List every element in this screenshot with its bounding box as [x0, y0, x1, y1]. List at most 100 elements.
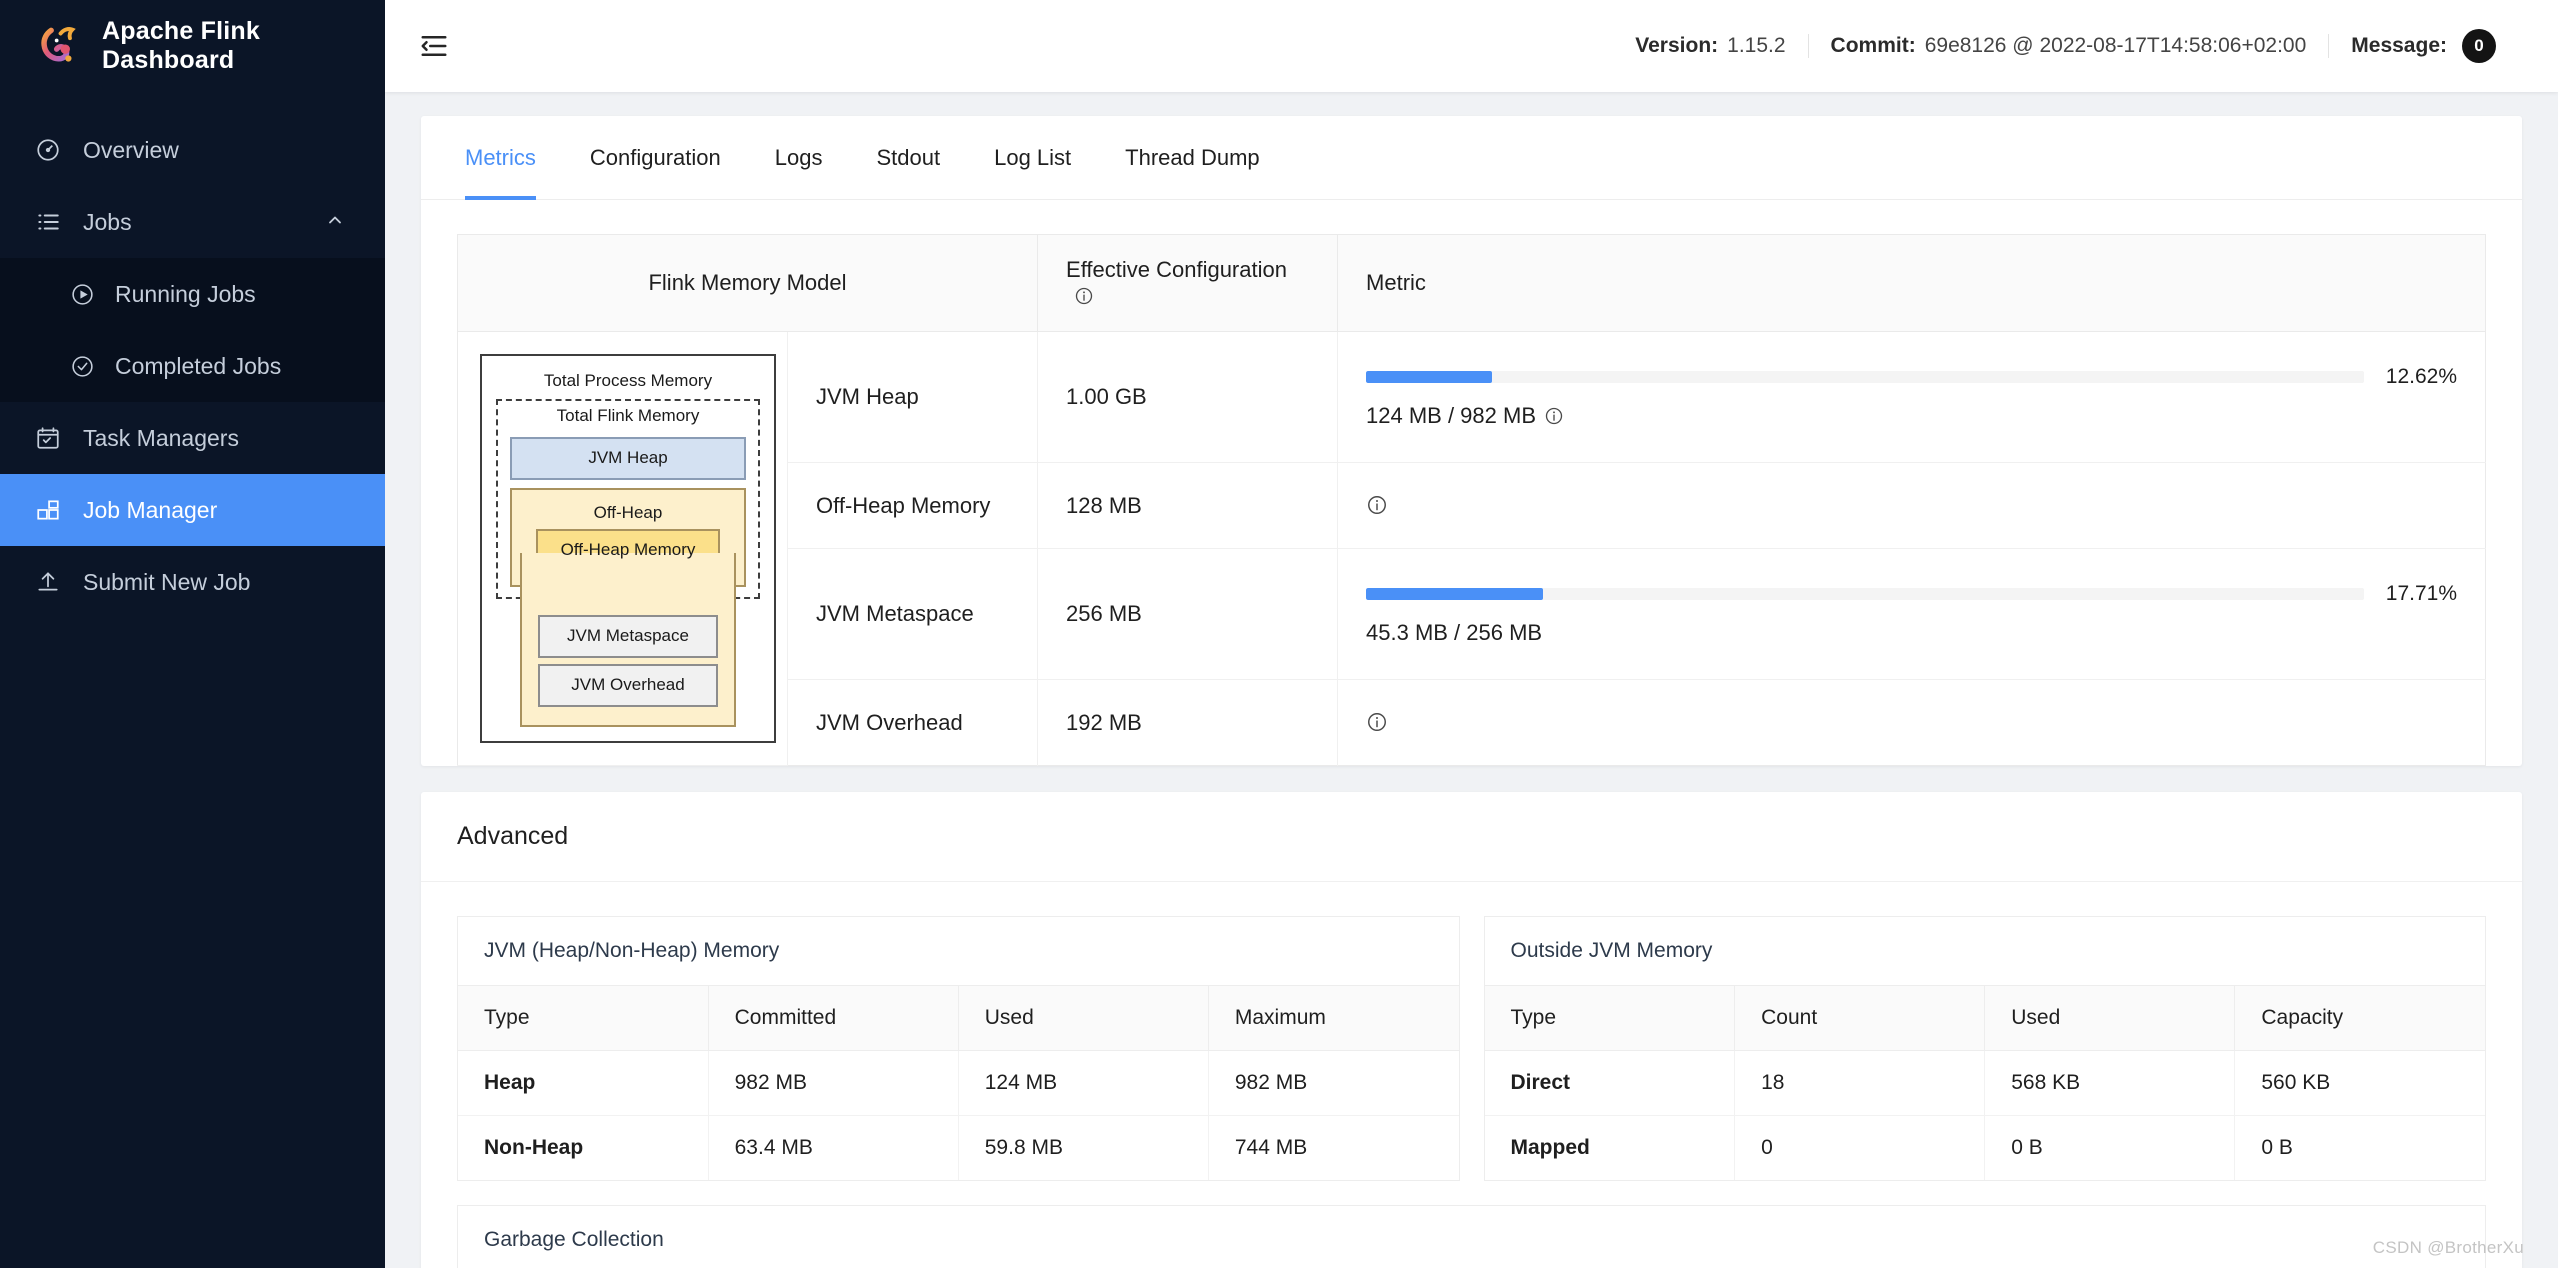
cell-count: 0	[1735, 1115, 1985, 1180]
cell-used: 59.8 MB	[958, 1115, 1208, 1180]
check-circle-icon	[70, 354, 95, 379]
cell-capacity: 0 B	[2235, 1115, 2485, 1180]
diagram-off-heap-label: Off-Heap	[536, 500, 720, 529]
content-area: Metrics Configuration Logs Stdout Log Li…	[385, 92, 2558, 1268]
dashboard-icon	[34, 137, 61, 164]
sidebar-item-task-managers[interactable]: Task Managers	[0, 402, 385, 474]
message-label: Message:	[2351, 34, 2447, 58]
cell-used: 568 KB	[1985, 1050, 2235, 1115]
task-icon	[34, 425, 61, 452]
diagram-off-heap-lower-group: JVM Metaspace JVM Overhead	[520, 553, 736, 726]
tab-label: Stdout	[876, 145, 940, 171]
message-count-badge: 0	[2462, 29, 2496, 63]
tab-label: Log List	[994, 145, 1071, 171]
sidebar-item-running-jobs[interactable]: Running Jobs	[0, 258, 385, 330]
commit-label: Commit:	[1831, 34, 1916, 58]
sidebar-item-label: Job Manager	[83, 497, 217, 524]
chevron-up-icon[interactable]	[325, 209, 345, 236]
sidebar: Apache Flink Dashboard Overview	[0, 0, 385, 1268]
tab-logs[interactable]: Logs	[748, 116, 850, 200]
row-metric-jvm-overhead	[1338, 680, 2486, 766]
sidebar-item-label: Completed Jobs	[115, 353, 281, 380]
cell-capacity: 560 KB	[2235, 1050, 2485, 1115]
table-header-row: Type Count Used Capacity	[1485, 986, 2486, 1051]
message-group[interactable]: Message: 0	[2329, 29, 2518, 63]
garbage-collection-card: Garbage Collection Collector Count Time	[457, 1205, 2486, 1268]
cell-maximum: 744 MB	[1208, 1115, 1458, 1180]
flink-memory-diagram: Total Process Memory Total Flink Memory …	[480, 354, 776, 743]
table-row: Direct 18 568 KB 560 KB	[1485, 1050, 2486, 1115]
row-name-jvm-overhead: JVM Overhead	[788, 680, 1038, 766]
metrics-panel: Metrics Configuration Logs Stdout Log Li…	[421, 116, 2522, 766]
jvm-memory-card: JVM (Heap/Non-Heap) Memory Type Committe…	[457, 916, 1460, 1181]
header-flink-memory-model: Flink Memory Model	[458, 235, 1038, 332]
flink-squirrel-logo-icon	[34, 21, 84, 71]
advanced-tables-row: JVM (Heap/Non-Heap) Memory Type Committe…	[457, 916, 2486, 1181]
garbage-collection-title: Garbage Collection	[458, 1206, 2485, 1268]
tab-stdout[interactable]: Stdout	[849, 116, 967, 200]
diagram-box-jvm-overhead: JVM Overhead	[538, 664, 718, 707]
row-config-jvm-heap: 1.00 GB	[1038, 332, 1338, 463]
info-icon[interactable]	[1366, 494, 1388, 516]
commit-value: 69e8126 @ 2022-08-17T14:58:06+02:00	[1925, 34, 2307, 58]
info-icon[interactable]	[1544, 406, 1564, 426]
progress-fill	[1366, 371, 1492, 383]
sidebar-item-job-manager[interactable]: Job Manager	[0, 474, 385, 546]
outside-jvm-card: Outside JVM Memory Type Count Used Capac…	[1484, 916, 2487, 1181]
sidebar-item-label: Running Jobs	[115, 281, 256, 308]
cell-committed: 982 MB	[708, 1050, 958, 1115]
row-name-off-heap-memory: Off-Heap Memory	[788, 463, 1038, 549]
advanced-title: Advanced	[421, 792, 2522, 882]
diagram-total-flink-memory-label: Total Flink Memory	[510, 407, 746, 432]
version-label: Version:	[1635, 34, 1718, 58]
table-row: Heap 982 MB 124 MB 982 MB	[458, 1050, 1459, 1115]
outside-jvm-title: Outside JVM Memory	[1485, 917, 2486, 986]
upload-icon	[34, 569, 61, 596]
cluster-icon	[34, 497, 61, 524]
sidebar-item-label: Jobs	[83, 209, 132, 236]
tab-metrics[interactable]: Metrics	[451, 116, 563, 200]
advanced-body: JVM (Heap/Non-Heap) Memory Type Committe…	[421, 882, 2522, 1268]
row-config-off-heap-memory: 128 MB	[1038, 463, 1338, 549]
sidebar-item-jobs[interactable]: Jobs	[0, 186, 385, 258]
cell-type: Direct	[1485, 1050, 1735, 1115]
cell-type: Non-Heap	[458, 1115, 708, 1180]
sidebar-item-label: Submit New Job	[83, 569, 250, 596]
table-row: Total Process Memory Total Flink Memory …	[458, 332, 2486, 463]
jvm-memory-title: JVM (Heap/Non-Heap) Memory	[458, 917, 1459, 986]
cell-committed: 63.4 MB	[708, 1115, 958, 1180]
info-icon[interactable]	[1074, 286, 1094, 306]
metrics-tab-body: Flink Memory Model Effective Configurati…	[421, 200, 2522, 766]
tab-log-list[interactable]: Log List	[967, 116, 1098, 200]
tab-configuration[interactable]: Configuration	[563, 116, 748, 200]
cell-maximum: 982 MB	[1208, 1050, 1458, 1115]
table-row: Non-Heap 63.4 MB 59.8 MB 744 MB	[458, 1115, 1459, 1180]
info-icon[interactable]	[1366, 711, 1388, 733]
play-circle-icon	[70, 282, 95, 307]
metric-detail-text: 45.3 MB / 256 MB	[1366, 620, 1542, 646]
tab-label: Thread Dump	[1125, 145, 1260, 171]
column-header-type: Type	[458, 986, 708, 1051]
cell-count: 18	[1735, 1050, 1985, 1115]
table-header-row: Flink Memory Model Effective Configurati…	[458, 235, 2486, 332]
sidebar-item-overview[interactable]: Overview	[0, 114, 385, 186]
menu-fold-icon[interactable]	[413, 25, 455, 67]
metric-detail-text: 124 MB / 982 MB	[1366, 403, 1536, 429]
sidebar-nav: Overview Jobs	[0, 114, 385, 618]
memory-model-diagram-cell: Total Process Memory Total Flink Memory …	[458, 332, 788, 766]
sidebar-item-submit-new-job[interactable]: Submit New Job	[0, 546, 385, 618]
outside-jvm-table: Type Count Used Capacity Direct	[1485, 986, 2486, 1180]
progress-percent: 17.71%	[2386, 582, 2457, 606]
version-group: Version: 1.15.2	[1613, 34, 1808, 58]
tab-thread-dump[interactable]: Thread Dump	[1098, 116, 1287, 200]
cell-type: Mapped	[1485, 1115, 1735, 1180]
column-header-used: Used	[1985, 986, 2235, 1051]
progress-track	[1366, 371, 2364, 383]
column-header-capacity: Capacity	[2235, 986, 2485, 1051]
column-header-count: Count	[1735, 986, 1985, 1051]
row-metric-jvm-metaspace: 17.71% 45.3 MB / 256 MB	[1338, 548, 2486, 679]
metric-detail-jvm-heap: 124 MB / 982 MB	[1366, 403, 2457, 429]
main-area: Version: 1.15.2 Commit: 69e8126 @ 2022-0…	[385, 0, 2558, 1268]
column-header-maximum: Maximum	[1208, 986, 1458, 1051]
sidebar-item-completed-jobs[interactable]: Completed Jobs	[0, 330, 385, 402]
